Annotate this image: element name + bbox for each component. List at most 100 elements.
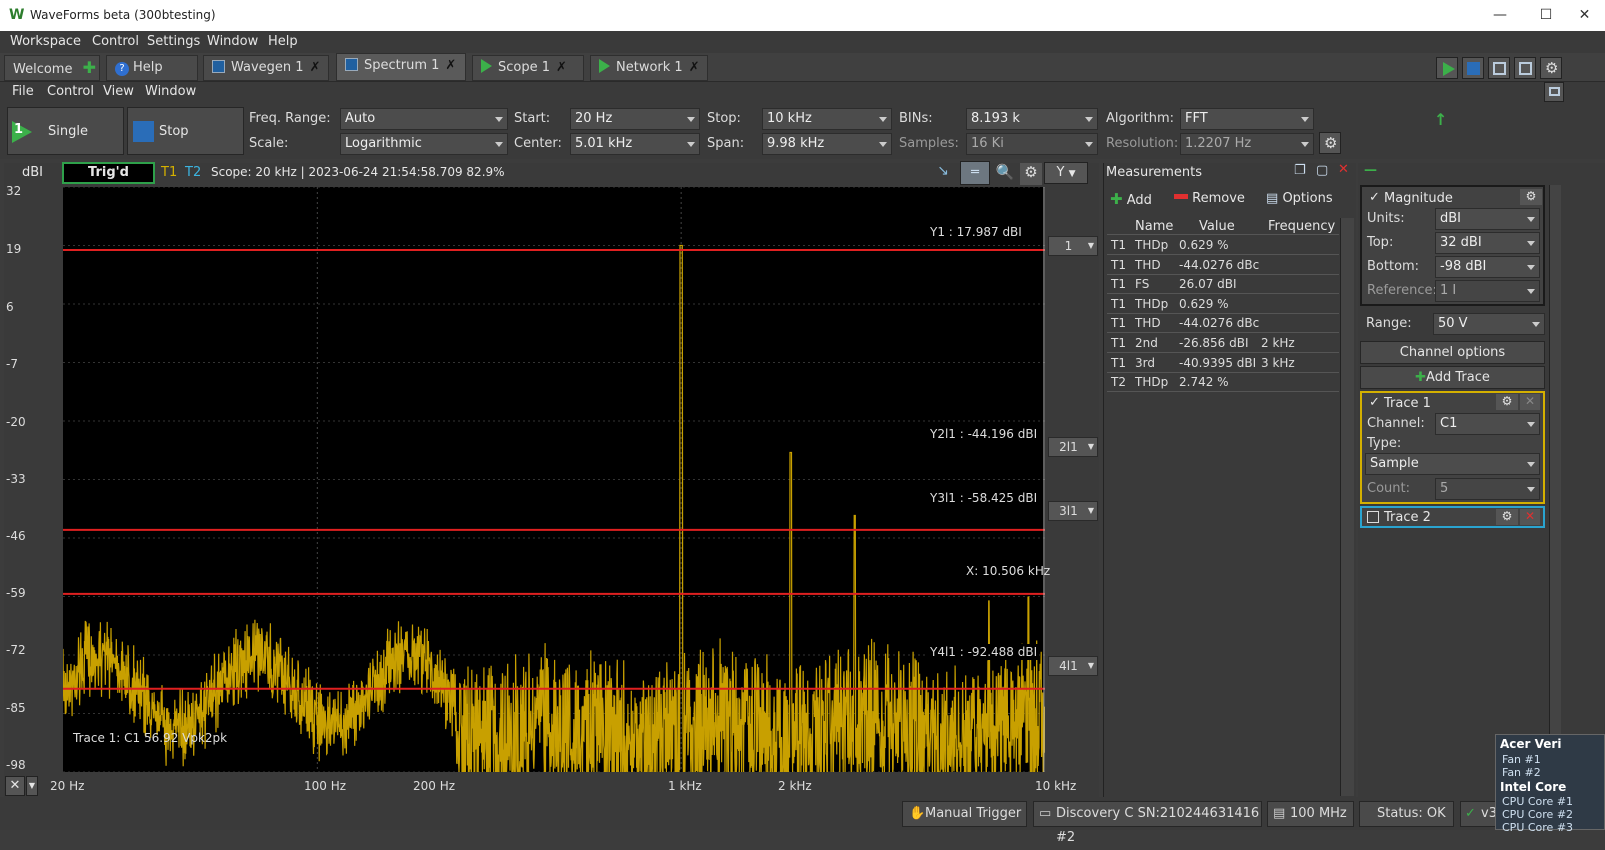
status-button[interactable]: Status: OK — [1359, 801, 1454, 827]
channel-select[interactable]: C1 — [1435, 413, 1540, 435]
cursor-1-button[interactable]: 1 ▼ — [1048, 236, 1098, 256]
tab-welcome[interactable]: Welcome ✚ — [4, 55, 100, 81]
resolution-input[interactable]: 1.2207 Hz — [1180, 133, 1314, 155]
column-value[interactable]: Value — [1199, 219, 1235, 234]
t2-label[interactable]: T2 — [185, 165, 201, 180]
stop-freq-input[interactable]: 10 kHz — [762, 108, 892, 130]
close-tab-icon[interactable]: ✗ — [689, 60, 700, 75]
start-input[interactable]: 20 Hz — [570, 108, 700, 130]
column-frequency[interactable]: Frequency — [1268, 219, 1335, 234]
menu-view[interactable]: View — [103, 84, 134, 99]
center-input[interactable]: 5.01 kHz — [570, 133, 700, 155]
version-button[interactable]: ✓ v3 — [1460, 801, 1497, 827]
stop-all-icon[interactable] — [1462, 57, 1484, 79]
measurement-options-button[interactable]: ▤ Options — [1266, 191, 1333, 206]
measurement-row[interactable]: T1 THD -44.0276 dBc — [1107, 256, 1339, 275]
freq-range-select[interactable]: Auto — [340, 108, 508, 130]
plot-settings-gear-icon[interactable]: ⚙ — [1020, 163, 1042, 185]
cascade-windows-icon[interactable] — [1488, 57, 1510, 79]
measurement-row[interactable]: T1 THDp 0.629 % — [1107, 295, 1339, 314]
horizontal-cursor-icon[interactable]: ═ — [960, 161, 990, 185]
stop-button[interactable]: Stop — [127, 107, 244, 155]
units-select[interactable]: dBI — [1435, 208, 1540, 230]
cursor-2-button[interactable]: 2l1 ▼ — [1048, 437, 1098, 457]
close-tab-icon[interactable]: ✗ — [445, 58, 456, 73]
add-trace-button[interactable]: ✚Add Trace — [1360, 366, 1545, 389]
fft-settings-gear-icon[interactable]: ⚙ — [1319, 132, 1341, 154]
dock-window-icon[interactable] — [1544, 82, 1564, 102]
magnitude-check-icon[interactable]: ✓ — [1369, 190, 1380, 205]
plot-menu-dropdown-icon[interactable]: ▼ — [26, 776, 38, 796]
device-button[interactable]: ▭ Discovery C SN:210244631416 #2 — [1033, 801, 1262, 845]
close-plot-icon[interactable]: ✕ — [5, 776, 25, 796]
column-name[interactable]: Name — [1135, 219, 1173, 234]
menu-window[interactable]: Window — [207, 34, 258, 49]
tab-help[interactable]: ? Help — [106, 55, 198, 81]
trace-2-delete-icon[interactable]: ✕ — [1520, 509, 1540, 525]
trace-1-check-icon[interactable]: ✓ — [1369, 395, 1380, 410]
tab-spectrum-1[interactable]: Spectrum 1 ✗ — [336, 53, 466, 81]
clock-button[interactable]: ▤ 100 MHz — [1267, 801, 1354, 827]
scale-select[interactable]: Logarithmic — [340, 133, 508, 155]
menu-settings[interactable]: Settings — [147, 34, 200, 49]
menu-help[interactable]: Help — [268, 34, 298, 49]
tab-scope-1[interactable]: Scope 1 ✗ — [472, 55, 584, 81]
up-arrow-icon[interactable]: ↑ — [1434, 110, 1447, 129]
t1-label[interactable]: T1 — [161, 165, 177, 180]
add-icon[interactable]: ✚ — [83, 58, 96, 77]
measurement-row[interactable]: T1 2nd -26.856 dBI 2 kHz — [1107, 334, 1339, 353]
measurement-row[interactable]: T2 THDp 2.742 % — [1107, 373, 1339, 393]
menu-instrument-window[interactable]: Window — [145, 84, 196, 99]
cursor-4-button[interactable]: 4l1 ▼ — [1048, 656, 1098, 676]
y-axis-select[interactable]: Y ▼ — [1044, 162, 1088, 184]
reference-input[interactable]: 1 I — [1435, 280, 1540, 302]
settings-gear-icon[interactable]: ⚙ — [1540, 57, 1562, 79]
collapse-icon[interactable]: — — [1364, 163, 1378, 178]
trace-1-delete-icon[interactable]: ✕ — [1520, 394, 1540, 410]
span-input[interactable]: 9.98 kHz — [762, 133, 892, 155]
top-input[interactable]: 32 dBI — [1435, 232, 1540, 254]
settings-scrollbar[interactable] — [1549, 185, 1561, 797]
run-all-icon[interactable] — [1436, 57, 1458, 79]
measurements-scrollbar[interactable] — [1340, 218, 1354, 796]
measurement-row[interactable]: T1 THD -44.0276 dBc — [1107, 314, 1339, 334]
remove-measurement-button[interactable]: Remove — [1174, 191, 1245, 206]
close-button[interactable]: ✕ — [1564, 0, 1605, 31]
close-panel-icon[interactable]: ✕ — [1338, 162, 1349, 177]
spectrum-plot-area[interactable] — [63, 187, 1045, 772]
menu-workspace[interactable]: Workspace — [10, 34, 81, 49]
undock-icon[interactable]: ❐ — [1294, 163, 1306, 178]
add-measurement-button[interactable]: ✚ Add — [1110, 190, 1152, 208]
measurement-row[interactable]: T1 3rd -40.9395 dBI 3 kHz — [1107, 354, 1339, 373]
minimize-button[interactable]: — — [1477, 0, 1523, 31]
trace-1-gear-icon[interactable]: ⚙ — [1496, 394, 1518, 410]
zoom-icon[interactable]: 🔍 — [994, 163, 1016, 185]
manual-trigger-button[interactable]: ✋ Manual Trigger — [902, 801, 1027, 827]
trace-2-gear-icon[interactable]: ⚙ — [1496, 509, 1518, 525]
cursor-3-button[interactable]: 3l1 ▼ — [1048, 501, 1098, 521]
trace-2-checkbox[interactable] — [1367, 511, 1379, 523]
count-input[interactable]: 5 — [1435, 478, 1540, 500]
tile-windows-icon[interactable] — [1514, 57, 1536, 79]
single-button[interactable]: 1 Single — [7, 107, 124, 155]
menu-instrument-control[interactable]: Control — [47, 84, 94, 99]
algorithm-select[interactable]: FFT — [1180, 108, 1314, 130]
magnitude-gear-icon[interactable]: ⚙ — [1520, 189, 1542, 205]
bottom-input[interactable]: -98 dBI — [1435, 256, 1540, 278]
menu-file[interactable]: File — [12, 84, 34, 99]
bins-input[interactable]: 8.193 k — [966, 108, 1098, 130]
range-select[interactable]: 50 V — [1433, 313, 1545, 335]
measurement-row[interactable]: T1 THDp 0.629 % — [1107, 236, 1339, 255]
menu-control[interactable]: Control — [92, 34, 139, 49]
maximize-button[interactable]: ☐ — [1523, 0, 1569, 31]
close-tab-icon[interactable]: ✗ — [556, 60, 567, 75]
tab-network-1[interactable]: Network 1 ✗ — [590, 55, 708, 81]
close-tab-icon[interactable]: ✗ — [310, 60, 321, 75]
samples-input[interactable]: 16 Ki — [966, 133, 1098, 155]
cursor-tool-icon[interactable]: ↘ — [932, 163, 954, 185]
channel-options-button[interactable]: Channel options — [1360, 341, 1545, 364]
tab-wavegen-1[interactable]: Wavegen 1 ✗ — [203, 55, 329, 81]
type-select[interactable]: Sample — [1365, 453, 1540, 475]
measurement-row[interactable]: T1 FS 26.07 dBI — [1107, 275, 1339, 295]
maximize-panel-icon[interactable]: ▢ — [1316, 163, 1328, 178]
